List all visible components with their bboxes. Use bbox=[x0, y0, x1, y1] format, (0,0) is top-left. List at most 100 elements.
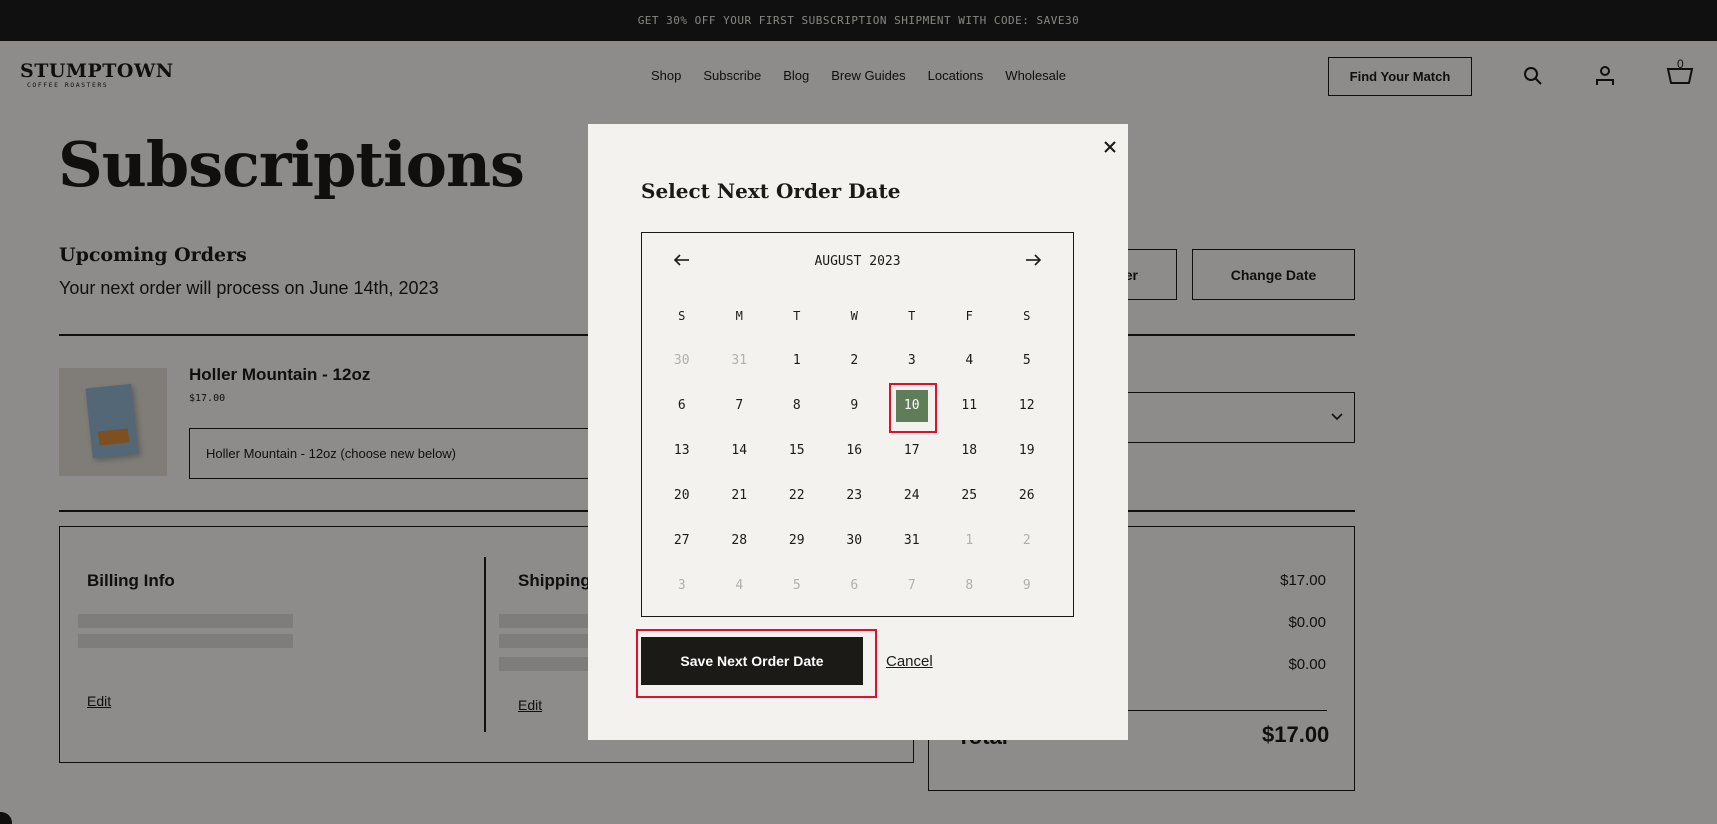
calendar-day[interactable]: 21 bbox=[711, 473, 769, 518]
calendar-day-selected[interactable]: 10 bbox=[883, 383, 941, 433]
calendar-day-number: 5 bbox=[1022, 353, 1031, 368]
calendar-day: 6 bbox=[826, 563, 884, 608]
calendar-day[interactable]: 16 bbox=[826, 428, 884, 473]
calendar-day-number: 23 bbox=[846, 488, 863, 503]
calendar-day-number: 3 bbox=[677, 578, 686, 593]
calendar-day-number: 4 bbox=[965, 353, 974, 368]
calendar-day-number: 2 bbox=[850, 353, 859, 368]
calendar-day-number: 20 bbox=[673, 488, 690, 503]
calendar-day-number: 12 bbox=[1018, 398, 1035, 413]
calendar-day[interactable]: 31 bbox=[883, 518, 941, 563]
weekday-header: M bbox=[735, 308, 743, 323]
calendar-day-number: 30 bbox=[673, 353, 690, 368]
calendar: AUGUST 2023 S M T W T F S 30 31 1 2 3 4 5 6 7 8 9 10 11 12 13… bbox=[641, 232, 1074, 617]
calendar-day-number: 28 bbox=[731, 533, 748, 548]
calendar-day[interactable]: 5 bbox=[998, 338, 1056, 383]
calendar-day[interactable]: 15 bbox=[768, 428, 826, 473]
calendar-day-number: 24 bbox=[903, 488, 920, 503]
calendar-day-number: 29 bbox=[788, 533, 805, 548]
calendar-day[interactable]: 12 bbox=[998, 383, 1056, 428]
calendar-day-number: 4 bbox=[735, 578, 744, 593]
calendar-day: 31 bbox=[711, 338, 769, 383]
calendar-day-number: 1 bbox=[965, 533, 974, 548]
calendar-day-number: 6 bbox=[677, 398, 686, 413]
close-icon[interactable] bbox=[1099, 136, 1121, 158]
calendar-day-number: 2 bbox=[1022, 533, 1031, 548]
calendar-day[interactable]: 23 bbox=[826, 473, 884, 518]
calendar-day[interactable]: 11 bbox=[941, 383, 999, 428]
calendar-day: 7 bbox=[883, 563, 941, 608]
calendar-day-number: 15 bbox=[788, 443, 805, 458]
calendar-day-number: 25 bbox=[961, 488, 978, 503]
select-date-modal: Select Next Order Date AUGUST 2023 S M T W T… bbox=[588, 124, 1128, 740]
calendar-day[interactable]: 6 bbox=[653, 383, 711, 428]
calendar-day-number: 1 bbox=[792, 353, 801, 368]
calendar-day[interactable]: 17 bbox=[883, 428, 941, 473]
calendar-day: 5 bbox=[768, 563, 826, 608]
calendar-day-number: 13 bbox=[673, 443, 690, 458]
calendar-day[interactable]: 29 bbox=[768, 518, 826, 563]
calendar-day: 9 bbox=[998, 563, 1056, 608]
calendar-day-number: 3 bbox=[907, 353, 916, 368]
calendar-day[interactable]: 26 bbox=[998, 473, 1056, 518]
calendar-day-number: 30 bbox=[846, 533, 863, 548]
modal-title: Select Next Order Date bbox=[641, 179, 901, 203]
calendar-day-number: 9 bbox=[1022, 578, 1031, 593]
calendar-day[interactable]: 30 bbox=[826, 518, 884, 563]
calendar-grid: S M T W T F S 30 31 1 2 3 4 5 6 7 8 9 10 11 12 13 14 15 16 17 18 19… bbox=[653, 293, 1056, 608]
calendar-day-number: 31 bbox=[731, 353, 748, 368]
calendar-day[interactable]: 27 bbox=[653, 518, 711, 563]
calendar-day-number: 17 bbox=[903, 443, 920, 458]
calendar-day-number: 9 bbox=[850, 398, 859, 413]
calendar-day-number: 19 bbox=[1018, 443, 1035, 458]
calendar-day-number: 7 bbox=[735, 398, 744, 413]
calendar-day[interactable]: 13 bbox=[653, 428, 711, 473]
calendar-day[interactable]: 24 bbox=[883, 473, 941, 518]
calendar-day: 3 bbox=[653, 563, 711, 608]
weekday-header: W bbox=[850, 308, 858, 323]
calendar-day-number: 22 bbox=[788, 488, 805, 503]
calendar-day-number: 27 bbox=[673, 533, 690, 548]
calendar-day-number: 26 bbox=[1018, 488, 1035, 503]
calendar-month: AUGUST 2023 bbox=[814, 254, 901, 269]
calendar-day: 2 bbox=[998, 518, 1056, 563]
calendar-day-number: 6 bbox=[850, 578, 859, 593]
calendar-day[interactable]: 4 bbox=[941, 338, 999, 383]
weekday-header: S bbox=[678, 308, 686, 323]
calendar-day[interactable]: 7 bbox=[711, 383, 769, 428]
calendar-day[interactable]: 1 bbox=[768, 338, 826, 383]
calendar-day[interactable]: 20 bbox=[653, 473, 711, 518]
weekday-header: T bbox=[793, 308, 801, 323]
calendar-day-number: 7 bbox=[907, 578, 916, 593]
calendar-day[interactable]: 25 bbox=[941, 473, 999, 518]
calendar-day[interactable]: 22 bbox=[768, 473, 826, 518]
calendar-day[interactable]: 28 bbox=[711, 518, 769, 563]
calendar-day: 1 bbox=[941, 518, 999, 563]
calendar-day-number: 10 bbox=[895, 389, 928, 422]
calendar-day[interactable]: 3 bbox=[883, 338, 941, 383]
calendar-day[interactable]: 19 bbox=[998, 428, 1056, 473]
calendar-day[interactable]: 18 bbox=[941, 428, 999, 473]
calendar-day-number: 16 bbox=[846, 443, 863, 458]
calendar-day[interactable]: 2 bbox=[826, 338, 884, 383]
weekday-header: T bbox=[908, 308, 916, 323]
calendar-day-number: 11 bbox=[961, 398, 978, 413]
calendar-day: 30 bbox=[653, 338, 711, 383]
calendar-day[interactable]: 9 bbox=[826, 383, 884, 428]
cancel-link[interactable]: Cancel bbox=[886, 653, 933, 670]
calendar-day: 8 bbox=[941, 563, 999, 608]
weekday-header: S bbox=[1023, 308, 1031, 323]
calendar-day-number: 18 bbox=[961, 443, 978, 458]
calendar-day-number: 14 bbox=[731, 443, 748, 458]
calendar-day-number: 8 bbox=[792, 398, 801, 413]
next-month-arrow-icon[interactable] bbox=[1023, 250, 1043, 270]
calendar-day-number: 21 bbox=[731, 488, 748, 503]
calendar-day[interactable]: 8 bbox=[768, 383, 826, 428]
save-next-order-date-button[interactable]: Save Next Order Date bbox=[641, 637, 863, 685]
weekday-header: F bbox=[965, 308, 973, 323]
calendar-day-number: 31 bbox=[903, 533, 920, 548]
calendar-day-number: 8 bbox=[965, 578, 974, 593]
calendar-day-number: 5 bbox=[792, 578, 801, 593]
calendar-day: 4 bbox=[711, 563, 769, 608]
calendar-day[interactable]: 14 bbox=[711, 428, 769, 473]
